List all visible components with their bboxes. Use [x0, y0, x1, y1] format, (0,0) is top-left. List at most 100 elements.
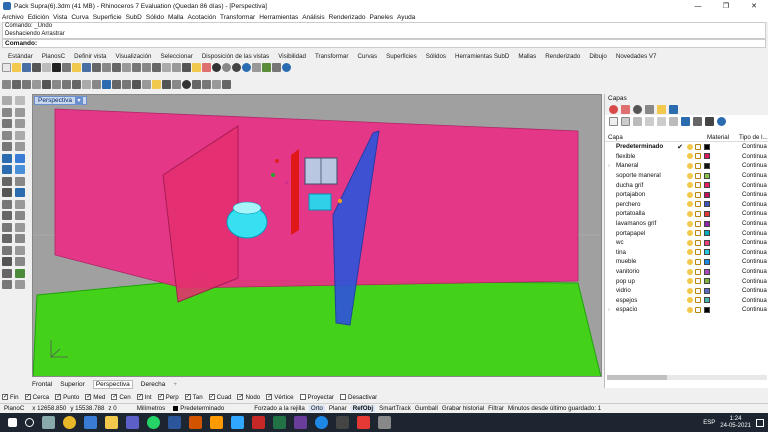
layer-color-swatch[interactable]	[704, 210, 710, 217]
add-viewport-tab-button[interactable]: +	[173, 381, 177, 388]
autocad-icon[interactable]	[252, 416, 265, 429]
media-icon[interactable]	[294, 416, 307, 429]
line-icon[interactable]	[12, 79, 21, 89]
osnap-int[interactable]: ✓ Int	[136, 394, 152, 401]
layer-name[interactable]: Maneral	[613, 162, 675, 169]
lightbulb-visibility-icon[interactable]	[687, 143, 693, 150]
tab-definir-vista[interactable]: Definir vista	[74, 53, 106, 60]
osnap-vertice[interactable]: ✓ Vértice	[266, 394, 294, 401]
layer-name[interactable]: pop up	[613, 278, 675, 285]
padlock-icon[interactable]	[695, 287, 701, 294]
app-icon[interactable]	[315, 416, 328, 429]
filter-icon[interactable]	[681, 116, 690, 126]
status-ortho[interactable]: Orto	[308, 405, 325, 412]
copy-icon[interactable]	[62, 62, 71, 72]
dimension-tool-icon[interactable]	[2, 257, 12, 266]
chrome-icon[interactable]	[63, 416, 76, 429]
check-tool-icon[interactable]	[15, 268, 25, 278]
task-view-icon[interactable]	[42, 416, 55, 429]
subd-tool-icon[interactable]	[15, 176, 25, 186]
menu-curva[interactable]: Curva	[71, 14, 88, 21]
padlock-icon[interactable]	[695, 220, 701, 227]
floor-slab[interactable]	[33, 279, 601, 377]
layer-row[interactable]: perchero Continua	[605, 200, 768, 210]
fillet-tool-icon[interactable]	[2, 188, 12, 197]
freeform-tool-icon[interactable]	[15, 119, 25, 128]
layer-color-swatch[interactable]	[704, 297, 710, 304]
close-button[interactable]: ✕	[740, 0, 768, 12]
status-cplane[interactable]: PlanoC	[4, 405, 24, 412]
new-file-icon[interactable]	[2, 62, 11, 72]
menu-edicion[interactable]: Edición	[28, 14, 49, 21]
lightbulb-visibility-icon[interactable]	[687, 182, 693, 189]
whatsapp-icon[interactable]	[147, 416, 160, 429]
layer-settings-icon[interactable]	[705, 116, 714, 126]
layer-linetype[interactable]: Continua	[742, 201, 767, 208]
red-panel[interactable]	[291, 149, 299, 235]
layers-tab-icon[interactable]	[621, 105, 630, 114]
tab-superior[interactable]: Superior	[60, 381, 85, 388]
tab-derecha[interactable]: Derecha	[141, 381, 166, 388]
tab-planosc[interactable]: PlanosC	[42, 53, 65, 60]
dimension-icon[interactable]	[202, 79, 211, 89]
layer-name[interactable]: wc	[613, 239, 675, 246]
status-smarttrack[interactable]: SmartTrack	[379, 405, 411, 412]
layer-color-swatch[interactable]	[704, 258, 710, 265]
layer-linetype[interactable]: Continua	[742, 268, 767, 275]
layer-row[interactable]: portatoalla Continua	[605, 209, 768, 219]
layer-linetype[interactable]: Continua	[742, 249, 767, 256]
layer-row[interactable]: lavamanos grif Continua	[605, 219, 768, 229]
material-icon[interactable]	[232, 62, 241, 72]
perspective-viewport[interactable]: Perspectiva ▼	[32, 94, 602, 377]
layer-name[interactable]: mueble	[613, 258, 675, 265]
point-icon[interactable]	[2, 79, 11, 89]
padlock-icon[interactable]	[695, 278, 701, 285]
powerpoint-icon[interactable]	[189, 416, 202, 429]
notifications-icon[interactable]	[756, 418, 764, 427]
lightbulb-visibility-icon[interactable]	[687, 249, 693, 256]
rotate-view-icon[interactable]	[112, 62, 121, 72]
extrude-icon[interactable]	[102, 79, 111, 89]
four-views-icon[interactable]	[172, 62, 181, 72]
padlock-icon[interactable]	[695, 297, 701, 304]
layer-name[interactable]: perchero	[613, 201, 675, 208]
layer-linetype[interactable]: Continua	[742, 258, 767, 265]
tab-dibujo[interactable]: Dibujo	[589, 53, 607, 60]
shaded-ball-icon[interactable]	[212, 62, 221, 72]
edge-icon[interactable]	[84, 416, 97, 429]
layer-row[interactable]: Predeterminado ✔ Continua	[605, 142, 768, 152]
soap-holder[interactable]	[271, 173, 275, 177]
column-layer[interactable]: Capa	[605, 134, 707, 141]
utility-icon[interactable]	[336, 416, 349, 429]
menu-renderizado[interactable]: Renderizado	[329, 14, 366, 21]
lock-icon[interactable]	[162, 79, 171, 89]
layer-color-swatch[interactable]	[704, 162, 710, 169]
cplane-icon[interactable]	[182, 62, 191, 72]
light-icon[interactable]	[192, 62, 201, 72]
array-tool-icon[interactable]	[15, 245, 25, 255]
layer-name[interactable]: portajabon	[613, 191, 675, 198]
layer-color-swatch[interactable]	[704, 230, 710, 237]
layer-linetype[interactable]: Continua	[742, 172, 767, 179]
tab-visibilidad[interactable]: Visibilidad	[278, 53, 306, 60]
line-tool-icon[interactable]	[15, 107, 25, 117]
options-icon[interactable]	[252, 62, 261, 72]
menu-solido[interactable]: Sólido	[146, 14, 164, 21]
padlock-icon[interactable]	[695, 172, 701, 179]
layer-color-swatch[interactable]	[704, 153, 710, 160]
osnap-cerca[interactable]: ✓ Cerca	[24, 394, 49, 401]
explode-tool-icon[interactable]	[15, 211, 25, 220]
current-layer-check-icon[interactable]: ✔	[675, 143, 685, 151]
tab-renderizado[interactable]: Renderizado	[545, 53, 580, 60]
tab-mallas[interactable]: Mallas	[518, 53, 536, 60]
layer-color-swatch[interactable]	[704, 172, 710, 179]
layout-tool-icon[interactable]	[15, 280, 25, 289]
osnap-fin[interactable]: ✓ Fin	[2, 394, 19, 401]
help-icon[interactable]	[282, 62, 291, 72]
zoom-window-icon[interactable]	[132, 62, 141, 72]
layer-linetype[interactable]: Continua	[742, 143, 767, 150]
menu-analisis[interactable]: Análisis	[302, 14, 324, 21]
save-icon[interactable]	[22, 62, 31, 72]
layer-name[interactable]: flexible	[613, 153, 675, 160]
layer-color-swatch[interactable]	[704, 143, 710, 150]
